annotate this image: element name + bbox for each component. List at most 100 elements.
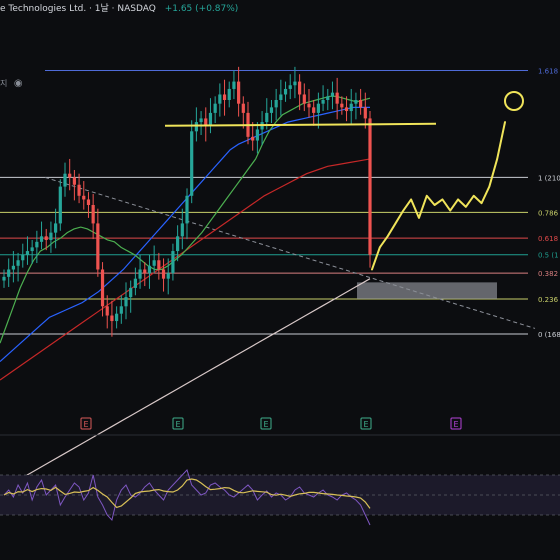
candle-body: [72, 177, 76, 185]
candle-body: [227, 88, 231, 100]
candle-body: [58, 186, 62, 224]
candle-body: [147, 265, 152, 274]
earnings-markers: EEEEE: [80, 417, 462, 430]
candle-body: [21, 254, 25, 261]
candle-body: [35, 241, 39, 248]
candle-body: [344, 107, 349, 112]
candle-body: [176, 236, 180, 252]
candle-body: [251, 136, 255, 141]
earnings-label: E: [83, 420, 88, 429]
candle-body: [312, 107, 316, 113]
candle-body: [363, 107, 367, 119]
candles: [2, 66, 372, 337]
candle-body: [359, 100, 363, 108]
candle-body: [39, 236, 44, 242]
candle-body: [91, 205, 95, 224]
candle-body: [208, 112, 213, 126]
candle-body: [7, 269, 11, 277]
fib-label: 0 (168: [538, 331, 560, 339]
projection-path: [371, 121, 506, 271]
candle-body: [283, 88, 288, 95]
candle-body: [100, 269, 105, 307]
candle-body: [105, 306, 109, 316]
candle-body: [161, 269, 166, 279]
candle-body: [166, 273, 170, 279]
candle-body: [222, 94, 227, 100]
ma-200-line: [0, 278, 371, 492]
candle-body: [157, 260, 161, 270]
candle-body: [96, 223, 100, 270]
indicator-label: 지: [0, 79, 8, 88]
candle-body: [213, 103, 217, 113]
ma-slow-line: [0, 158, 371, 381]
candle-body: [133, 278, 137, 288]
candle-body: [194, 122, 198, 132]
candle-body: [232, 81, 236, 89]
candle-body: [241, 103, 245, 113]
candle-body: [115, 313, 119, 322]
earnings-label: E: [263, 420, 268, 429]
candle-body: [354, 100, 358, 104]
fib-label: 0.5 (1: [538, 252, 559, 260]
candle-body: [44, 236, 48, 240]
support-zone: [357, 282, 497, 299]
candle-body: [2, 276, 6, 281]
candle-body: [288, 85, 292, 89]
fib-label: 0.786: [538, 209, 559, 217]
candle-body: [349, 103, 353, 112]
candle-body: [368, 118, 372, 255]
candle-body: [326, 96, 330, 100]
candle-body: [255, 129, 259, 141]
earnings-label: E: [453, 420, 458, 429]
candle-body: [218, 94, 222, 104]
candle-body: [307, 103, 311, 108]
candle-body: [11, 265, 15, 270]
candle-body: [274, 100, 278, 108]
indicator-legend: 지 ◉: [0, 78, 23, 89]
candle-body: [302, 94, 306, 104]
fib-label: 0.382: [538, 270, 558, 278]
candle-body: [138, 269, 142, 279]
candle-body: [129, 287, 133, 298]
fib-label: 1 (210: [538, 174, 560, 182]
candle-body: [143, 269, 147, 274]
candle-body: [110, 315, 114, 322]
candle-body: [25, 251, 30, 255]
candle-body: [316, 103, 320, 113]
price-chart: 1.618 1 (210 0.786 0.618 0.5 (1 0.382 0.236 0 (…: [0, 66, 560, 526]
candle-body: [54, 223, 58, 233]
candle-body: [340, 103, 344, 108]
candle-body: [180, 223, 184, 237]
candle-body: [293, 81, 297, 86]
candle-body: [298, 81, 302, 95]
candle-body: [269, 107, 274, 113]
candle-body: [63, 173, 67, 187]
candle-body: [321, 100, 325, 104]
candle-body: [119, 306, 123, 314]
earnings-label: E: [175, 420, 180, 429]
candle-body: [190, 131, 194, 196]
trend-line: [44, 176, 536, 329]
candle-body: [185, 195, 189, 224]
target-circle: [504, 91, 524, 111]
candle-body: [124, 297, 128, 307]
fib-label: 1.618: [538, 68, 558, 76]
candle-body: [68, 173, 72, 178]
candle-body: [330, 92, 335, 97]
earnings-label: E: [363, 420, 368, 429]
candle-body: [152, 260, 156, 266]
fib-label: 0.618: [538, 235, 558, 243]
candle-body: [265, 112, 269, 123]
candle-body: [199, 118, 203, 123]
candle-body: [49, 232, 53, 240]
candle-body: [335, 92, 339, 104]
candle-body: [82, 195, 86, 200]
candle-body: [86, 199, 91, 205]
candle-body: [16, 260, 20, 266]
fib-label: 0.236: [538, 296, 559, 304]
candle-body: [237, 81, 241, 104]
candle-body: [77, 184, 81, 196]
candle-body: [30, 247, 34, 252]
eye-icon[interactable]: ◉: [14, 78, 23, 89]
candle-body: [171, 251, 175, 274]
